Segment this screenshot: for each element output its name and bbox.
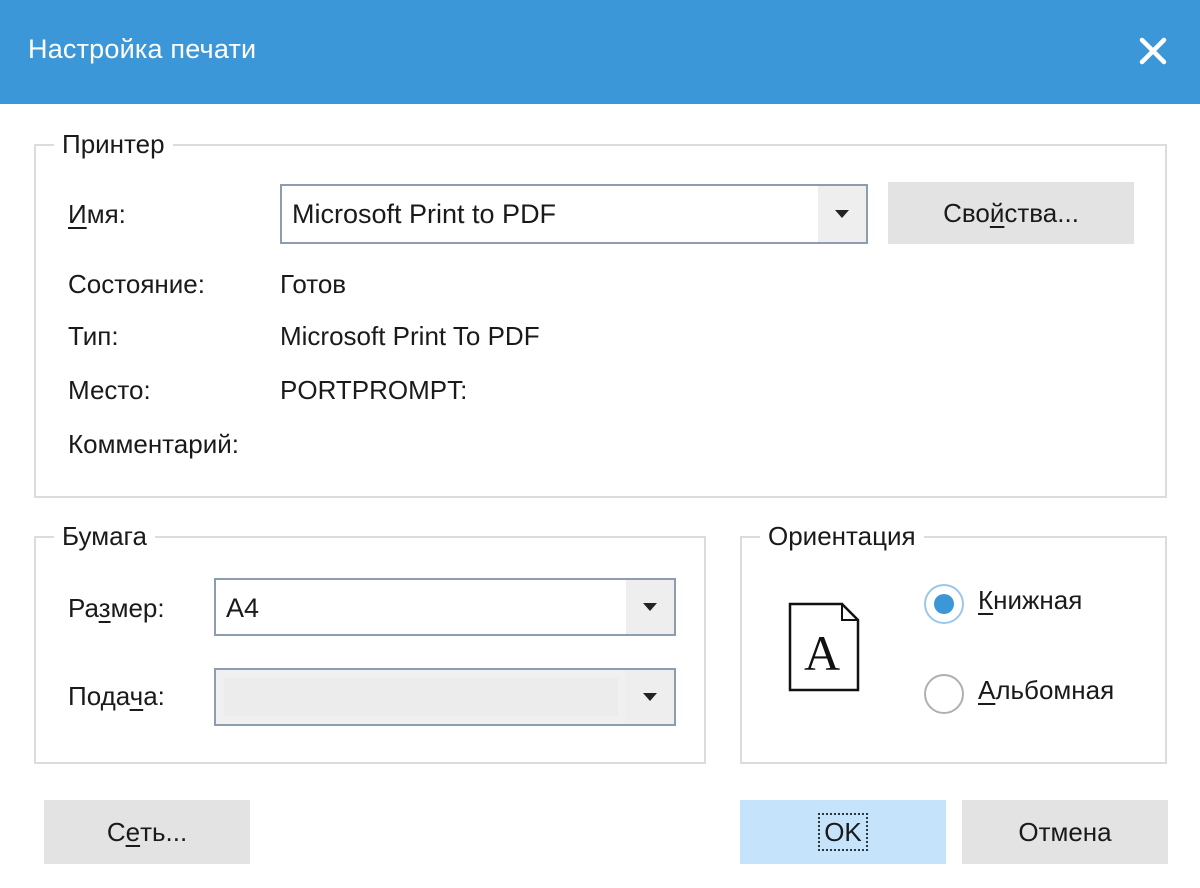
paper-size-value: A4 <box>226 593 260 623</box>
printer-group-legend: Принтер <box>54 126 173 162</box>
dropdown-arrow-icon[interactable] <box>626 670 674 724</box>
printer-name-label: Имя: <box>68 199 126 229</box>
orientation-group-legend: Ориентация <box>760 518 924 554</box>
printer-group: Принтер Имя: Microsoft Print to PDF Сво й… <box>34 126 1167 498</box>
properties-button[interactable]: Сво й ства... <box>888 182 1134 244</box>
where-value: PORTPROMPT: <box>280 375 468 405</box>
type-value: Microsoft Print To PDF <box>280 321 540 351</box>
paper-group-legend: Бумага <box>54 518 155 554</box>
portrait-label[interactable]: Книжная <box>978 582 1082 618</box>
paper-size-label: Размер: <box>68 593 165 623</box>
dropdown-arrow-icon[interactable] <box>818 186 866 242</box>
dropdown-arrow-icon[interactable] <box>626 580 674 634</box>
status-value: Готов <box>280 269 347 299</box>
orientation-group: Ориентация A Книжная Альбомная <box>740 518 1167 764</box>
where-label: Место: <box>68 375 151 405</box>
landscape-radio[interactable] <box>924 674 964 714</box>
paper-group: Бумага Размер: A4 Подача: <box>34 518 706 764</box>
network-button[interactable]: Се ть... <box>44 800 250 864</box>
portrait-radio[interactable] <box>924 584 964 624</box>
printer-name-value: Microsoft Print to PDF <box>292 199 557 229</box>
paper-size-select[interactable]: A4 <box>214 578 676 636</box>
cancel-button[interactable]: Отмена <box>962 800 1168 864</box>
title-bar: Настройка печати <box>0 0 1200 104</box>
ok-button-label: OK <box>818 813 868 851</box>
printer-name-select[interactable]: Microsoft Print to PDF <box>280 184 868 244</box>
comment-label: Комментарий: <box>68 429 239 459</box>
paper-source-label: Подача: <box>68 681 165 711</box>
close-icon[interactable] <box>1130 28 1176 74</box>
landscape-label[interactable]: Альбомная <box>978 672 1114 708</box>
page-preview-glyph: A <box>804 625 840 681</box>
paper-source-value <box>224 678 618 716</box>
paper-source-select[interactable] <box>214 668 676 726</box>
ok-button[interactable]: OK <box>740 800 946 864</box>
type-label: Тип: <box>68 321 119 351</box>
window-title: Настройка печати <box>28 34 257 64</box>
page-preview-icon: A <box>788 602 860 692</box>
status-label: Состояние: <box>68 269 205 299</box>
